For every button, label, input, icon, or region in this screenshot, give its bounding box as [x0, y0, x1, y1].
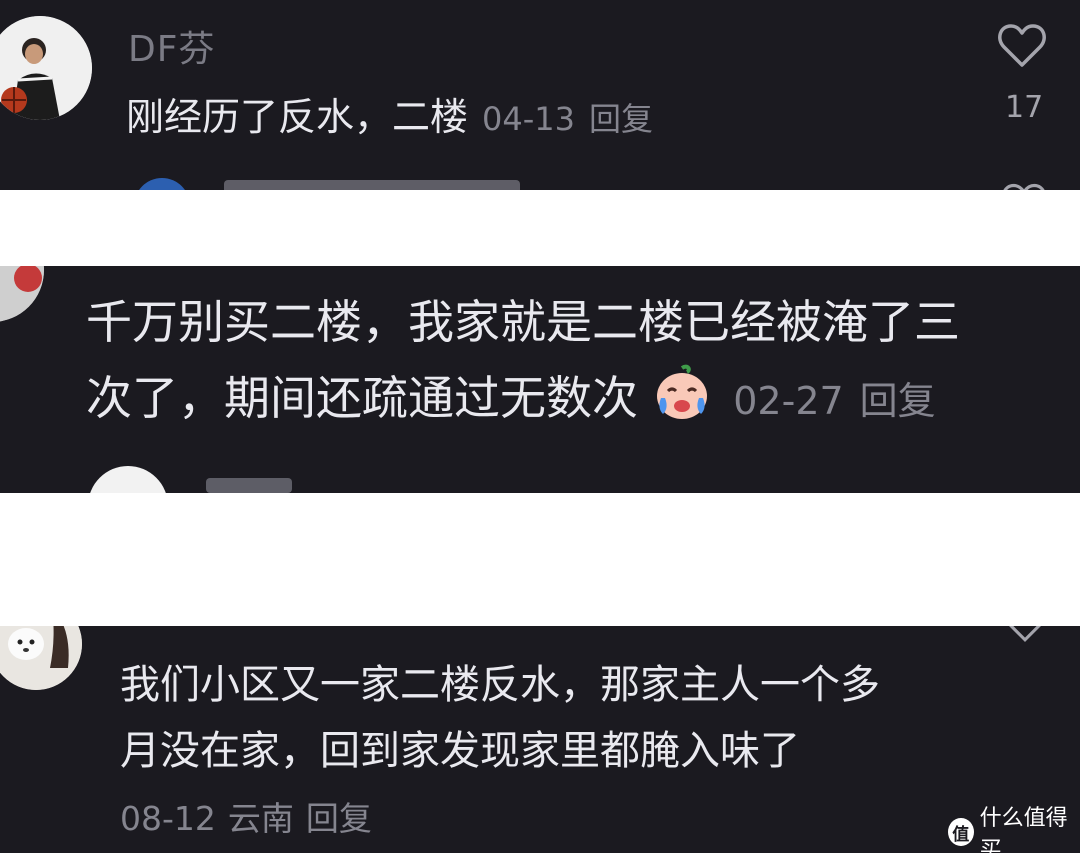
- reply-button[interactable]: 回复: [306, 799, 372, 838]
- username[interactable]: DF芬: [128, 20, 215, 72]
- crying-face-icon: [656, 364, 707, 419]
- comment-line-2: 月没在家，回到家发现家里都腌入味了: [120, 728, 800, 774]
- avatar-image-icon: [0, 266, 44, 322]
- comment-text: 次了，期间还疏通过无数次: [86, 371, 638, 425]
- comment-text: 刚经历了反水，二楼: [126, 95, 469, 139]
- reply-button[interactable]: 回复: [860, 379, 936, 423]
- comment-panel-2: 千万别买二楼，我家就是二楼已经被淹了三 次了，期间还疏通过无数次 02-27 回复: [0, 266, 1080, 493]
- comment-line-1: 我们小区又一家二楼反水，那家主人一个多: [120, 662, 880, 708]
- comment-line-2: 次了，期间还疏通过无数次 02-27 回复: [86, 362, 936, 428]
- watermark-label: 什么值得买: [979, 806, 1068, 853]
- watermark: 值 什么值得买: [948, 806, 1080, 853]
- user-avatar[interactable]: [0, 626, 82, 690]
- person-basketball-icon: [0, 16, 92, 120]
- heart-icon[interactable]: [1000, 180, 1048, 190]
- zhi-logo-icon: 值: [948, 818, 974, 846]
- heart-icon[interactable]: [996, 20, 1048, 72]
- comment-line: 刚经历了反水，二楼 04-13 回复: [126, 86, 653, 141]
- comment-date: 04-13: [482, 100, 575, 138]
- comment-location: 云南: [227, 799, 294, 838]
- like-count: 17: [1005, 90, 1044, 125]
- user-avatar[interactable]: [0, 16, 92, 120]
- user-avatar[interactable]: [0, 266, 44, 322]
- user-avatar[interactable]: [134, 178, 190, 190]
- comment-line-1: 千万别买二楼，我家就是二楼已经被淹了三: [86, 295, 960, 349]
- reply-button[interactable]: 回复: [589, 100, 653, 138]
- heart-icon[interactable]: [1002, 626, 1048, 646]
- comment-panel-1: DF芬 刚经历了反水，二楼 04-13 回复 17: [0, 0, 1080, 190]
- comment-panel-3: 我们小区又一家二楼反水，那家主人一个多 月没在家，回到家发现家里都腌入味了 08…: [0, 626, 1080, 853]
- dog-photo-icon: [0, 626, 82, 690]
- comment-date: 02-27: [733, 379, 844, 423]
- partial-username-placeholder: [206, 478, 292, 493]
- user-avatar[interactable]: [88, 466, 168, 493]
- partial-username-placeholder: [224, 180, 520, 190]
- comment-meta: 08-12 云南 回复: [120, 792, 372, 840]
- comment-date: 08-12: [120, 799, 216, 838]
